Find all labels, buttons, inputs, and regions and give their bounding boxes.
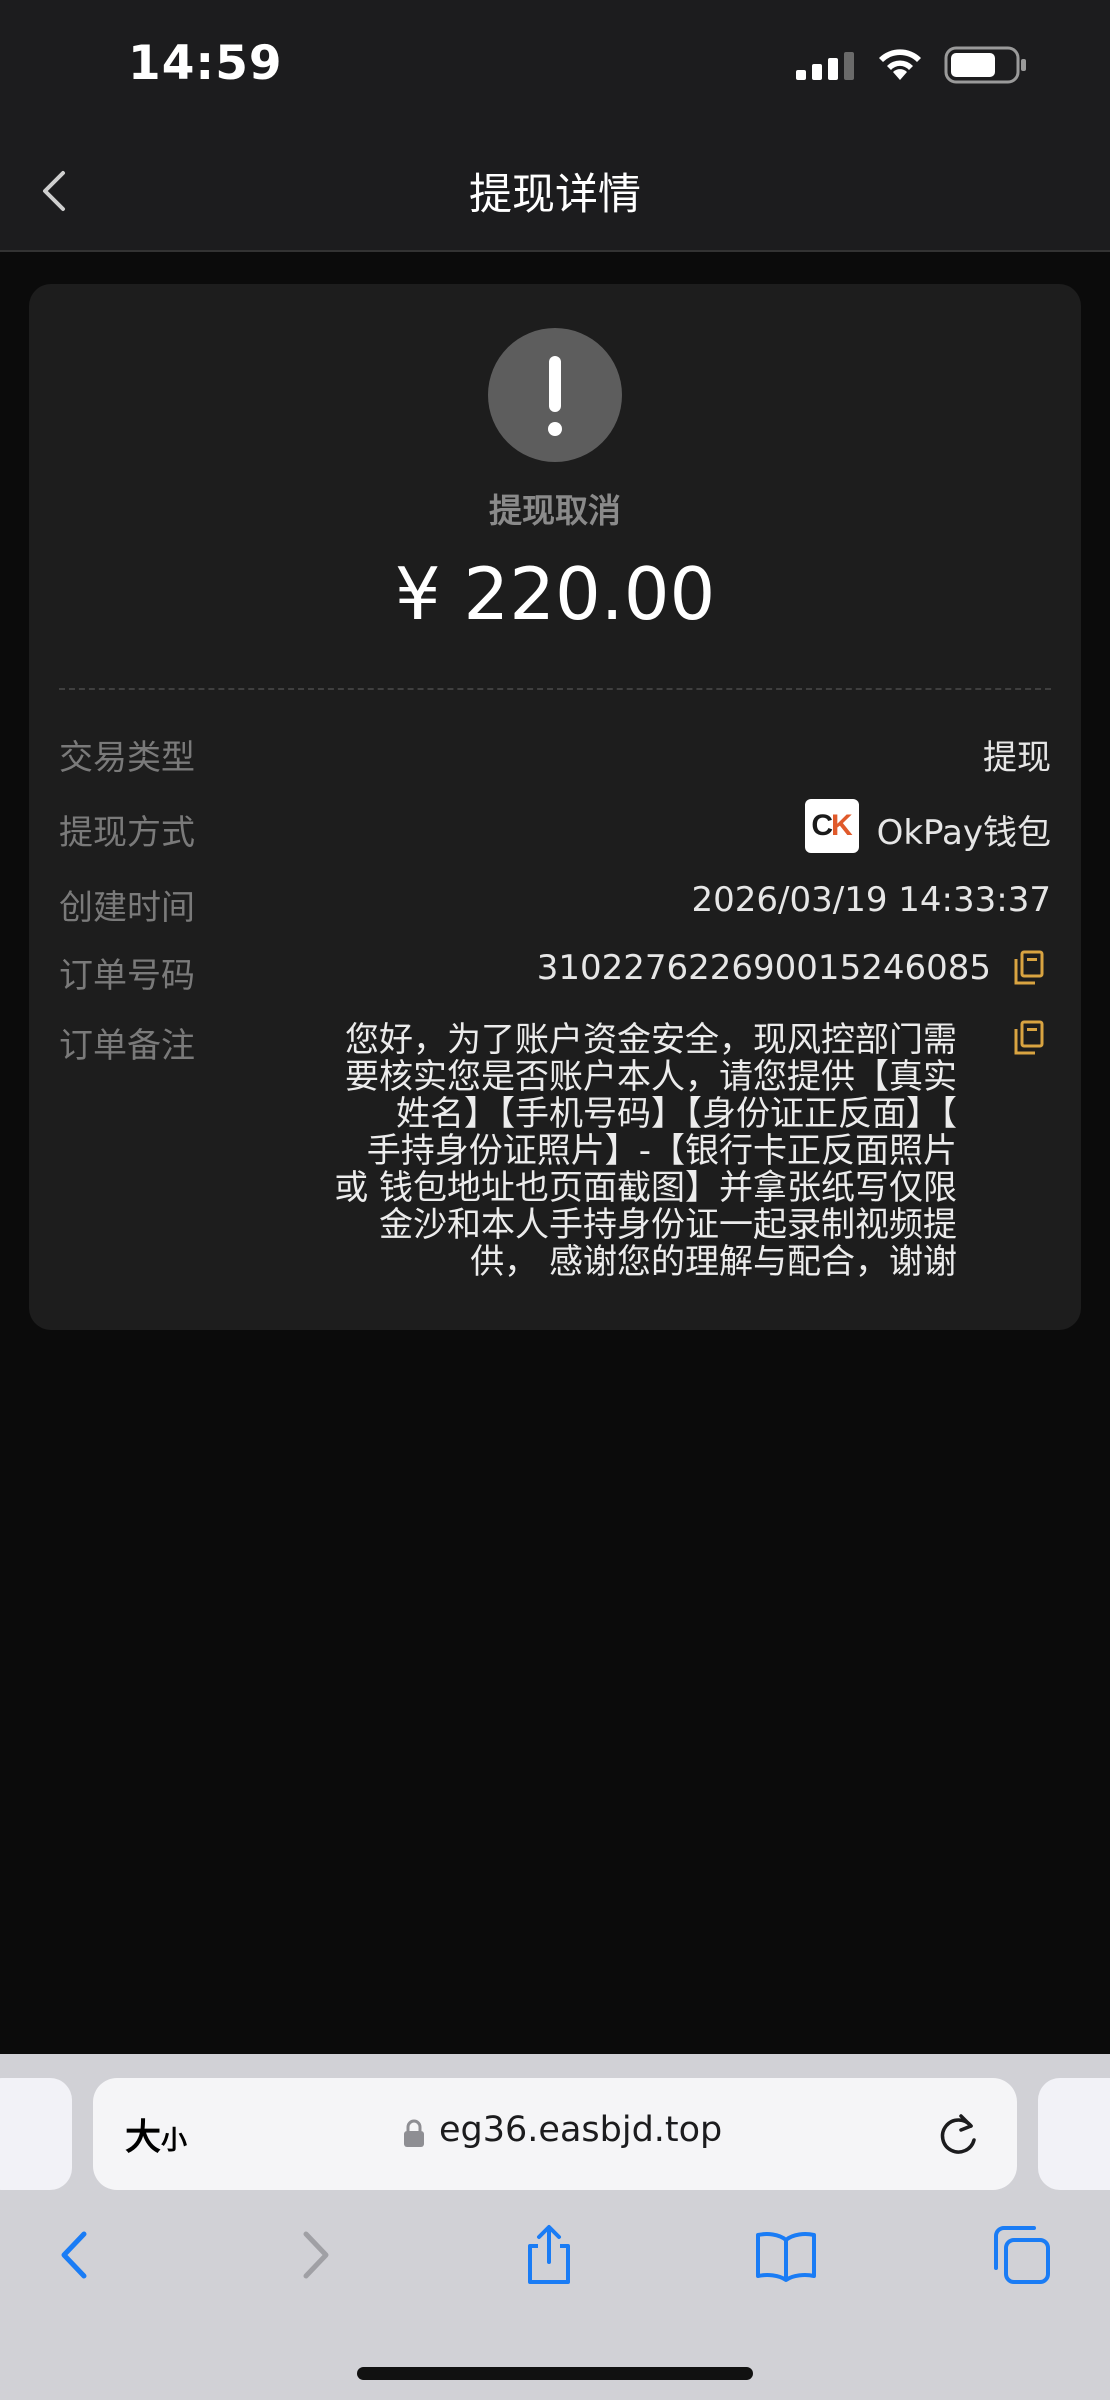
battery-icon [944,46,1026,84]
browser-forward-icon[interactable] [282,2222,348,2288]
order-remark-value: 您好，为了账户资金安全，现风控部门需 要核实您是否账户本人，请您提供【真实 姓名… [317,1022,957,1281]
status-bar: 14:59 [0,0,1110,130]
url-text[interactable]: eg36.easbjd.top [439,2110,722,2150]
created-time-label: 创建时间 [59,888,195,928]
order-number-label: 订单号码 [59,956,195,996]
created-time-value: 2026/03/19 14:33:37 [691,880,1051,920]
dashed-divider [59,688,1051,690]
cellular-signal-icon [796,52,854,80]
page-settings-button[interactable]: 大小 [125,2108,187,2160]
remark-line: 金沙和本人手持身份证一起录制视频提 [379,1205,957,1245]
tabs-icon[interactable] [988,2222,1054,2288]
previous-tab-peek[interactable] [0,2078,72,2190]
remark-line: 姓名】【手机号码】【身份证正反面】【 [396,1094,957,1134]
remark-line: 要核实您是否账户本人，请您提供【真实 [345,1057,957,1097]
aa-big: 大 [125,2117,162,2158]
status-text: 提现取消 [489,491,621,530]
transaction-type-value: 提现 [983,738,1051,778]
transaction-type-label: 交易类型 [59,738,195,778]
status-time: 14:59 [128,36,283,91]
next-tab-peek[interactable] [1038,2078,1110,2190]
bookmarks-icon[interactable] [753,2222,819,2288]
remark-line: 供， 感谢您的理解与配合，谢谢 [470,1242,957,1282]
remark-line: 您好，为了账户资金安全，现风控部门需 [345,1020,957,1060]
browser-toolbar: 大小 eg36.easbjd.top [0,2054,1110,2400]
aa-small: 小 [161,2126,188,2156]
browser-back-icon[interactable] [42,2222,108,2288]
withdraw-method-label: 提现方式 [59,813,195,853]
nav-bar: 提现详情 [0,130,1110,252]
reload-icon[interactable] [935,2110,981,2158]
order-remark-label: 订单备注 [59,1026,195,1066]
withdraw-method-value: OkPay钱包 [876,813,1051,853]
home-indicator [357,2367,753,2380]
order-number-value: 310227622690015246085 [536,948,991,988]
exclamation-icon [488,328,622,462]
copy-icon[interactable] [1013,1020,1045,1056]
amount: ¥ 220.00 [394,552,716,636]
copy-icon[interactable] [1013,950,1045,986]
lock-icon [404,2119,424,2147]
address-bar[interactable]: 大小 eg36.easbjd.top [93,2078,1017,2190]
share-icon[interactable] [516,2222,582,2288]
okpay-logo: CK [805,799,859,853]
page-title: 提现详情 [469,170,641,220]
wifi-icon [879,49,921,80]
remark-line: 或 钱包地址也页面截图】并拿张纸写仅限 [334,1168,957,1208]
withdrawal-detail-card: 提现取消 ¥ 220.00 交易类型 提现 提现方式 CK OkPay钱包 创建… [29,284,1081,1330]
remark-line: 手持身份证照片】-【银行卡正反面照片 [366,1131,957,1171]
